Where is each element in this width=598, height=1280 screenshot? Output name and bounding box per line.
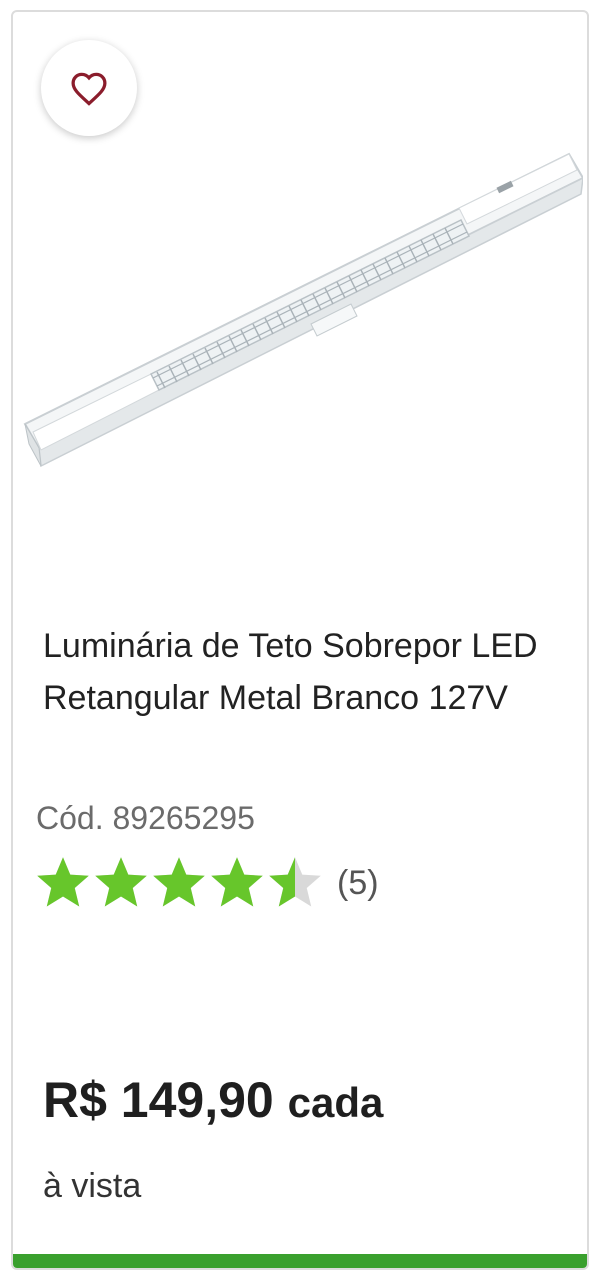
product-card[interactable]: Luminária de Teto Sobrepor LED Retangula… (11, 10, 589, 1270)
star-icon (269, 857, 321, 907)
favorite-button[interactable] (41, 40, 137, 136)
luminaire-illustration (23, 152, 583, 468)
product-code: Cód. 89265295 (36, 800, 255, 836)
star-icon (37, 857, 89, 907)
rating-stars (35, 855, 325, 911)
price-unit: cada (287, 1079, 384, 1126)
price-amount: R$ 149,90 (43, 1072, 274, 1128)
heart-icon (71, 72, 107, 106)
product-price: R$ 149,90 cada (43, 1070, 383, 1133)
payment-note: à vista (43, 1167, 142, 1205)
star-icon (153, 857, 205, 907)
star-icon (211, 857, 263, 907)
review-count[interactable]: (5) (337, 864, 379, 903)
accent-bar (13, 1254, 587, 1268)
star-icon (95, 857, 147, 907)
product-image[interactable] (21, 132, 583, 492)
product-title[interactable]: Luminária de Teto Sobrepor LED Retangula… (43, 620, 573, 724)
product-rating[interactable]: (5) (35, 848, 379, 918)
